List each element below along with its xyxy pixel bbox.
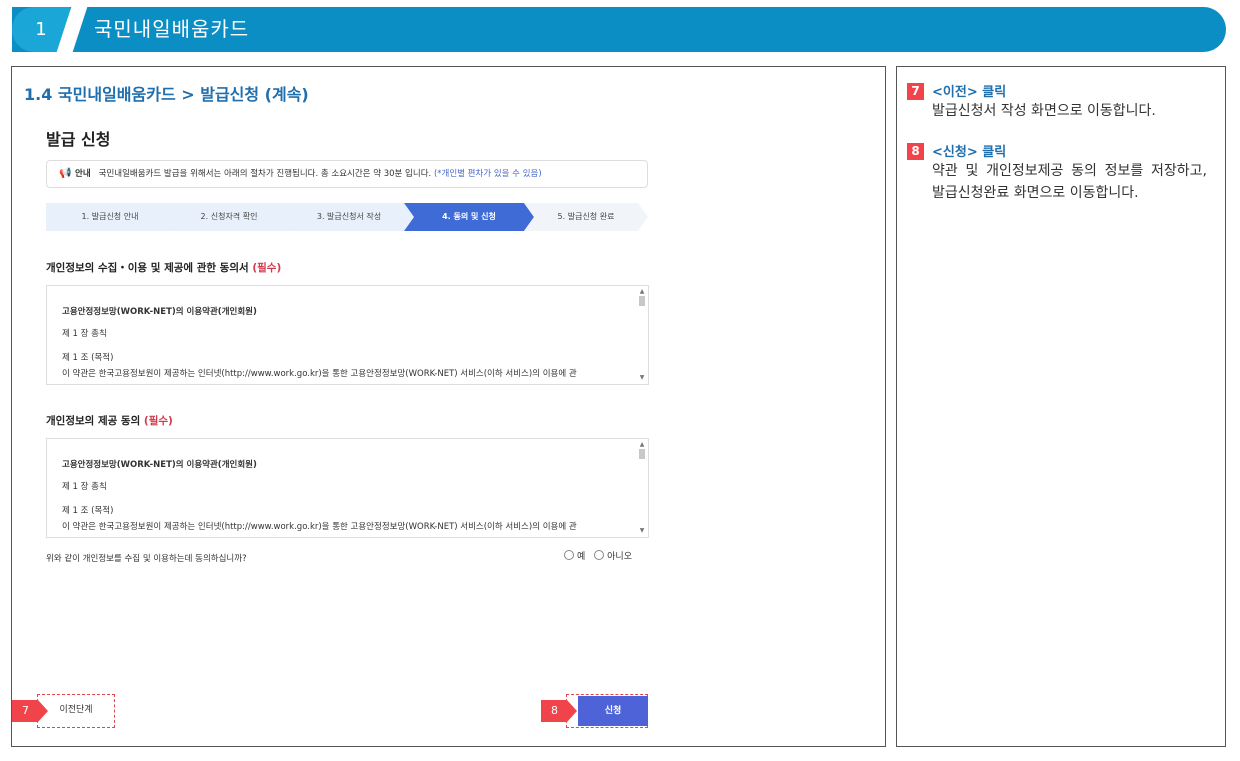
step-badge: 7: [907, 83, 924, 100]
consent1-heading-text: 개인정보의 수집・이용 및 제공에 관한 동의서: [46, 262, 249, 274]
step-2: 2. 신청자격 확인: [164, 203, 294, 231]
step-3: 3. 발급신청서 작성: [284, 203, 414, 231]
terms-title: 고용안정정보망(WORK-NET)의 이용약관(개인회원): [62, 307, 257, 317]
consent-question: 위와 같이 개인정보를 수집 및 이용하는데 동의하십니까?: [46, 554, 247, 564]
scrollbar[interactable]: ▲ ▼: [638, 441, 646, 535]
notice-note: (*개인별 편차가 있을 수 있음): [433, 169, 542, 179]
page-title: 발급 신청: [46, 130, 111, 149]
notice-box: 📢 안내 국민내일배움카드 발급을 위해서는 아래의 절차가 진행됩니다. 총 소요…: [46, 160, 648, 188]
terms-article: 제 1 조 (목적): [62, 506, 114, 516]
instruction-7-title: 7 <이전> 클릭: [907, 81, 1207, 100]
notice-text: 국민내일배움카드 발급을 위해서는 아래의 절차가 진행됩니다. 총 소요시간은…: [98, 169, 432, 179]
radio-no[interactable]: 아니오: [594, 549, 632, 562]
terms-body: 이 약관은 한국고용정보원이 제공하는 인터넷(http://www.work.…: [62, 522, 577, 532]
required-badge: (필수): [252, 262, 282, 274]
section-title: 1.4 국민내일배움카드 > 발급신청 (계속): [24, 85, 309, 104]
instruction-8-body: 약관 및 개인정보제공 동의 정보를 저장하고, 발급신청완료 화면으로 이동합…: [932, 163, 1207, 201]
radio-no-label: 아니오: [607, 552, 632, 562]
scroll-up-icon[interactable]: ▲: [638, 441, 646, 449]
scroll-down-icon[interactable]: ▼: [638, 527, 646, 535]
terms-title: 고용안정정보망(WORK-NET)의 이용약관(개인회원): [62, 460, 257, 470]
terms-chapter: 제 1 장 총칙: [62, 329, 107, 339]
instruction-7-body: 발급신청서 작성 화면으로 이동합니다.: [932, 103, 1156, 119]
instruction-8-title: 8 <신청> 클릭: [907, 141, 1207, 160]
step-1: 1. 발급신청 안내: [46, 203, 174, 231]
required-badge: (필수): [143, 415, 173, 427]
apply-button[interactable]: 신청: [578, 696, 648, 726]
instruction-8: 8 <신청> 클릭 약관 및 개인정보제공 동의 정보를 저장하고, 발급신청완료…: [907, 141, 1207, 204]
step-badge: 8: [907, 143, 924, 160]
instructions-panel: 7 <이전> 클릭 발급신청서 작성 화면으로 이동합니다. 8 <신청> 클릭 약…: [896, 66, 1226, 747]
radio-yes-label: 예: [577, 552, 586, 562]
terms-article: 제 1 조 (목적): [62, 353, 114, 363]
step-5: 5. 발급신청 완료: [524, 203, 648, 231]
scrollbar[interactable]: ▲ ▼: [638, 288, 646, 382]
radio-circle-icon: [594, 550, 605, 560]
radio-yes[interactable]: 예: [564, 549, 585, 562]
scroll-thumb[interactable]: [639, 449, 645, 459]
radio-circle-icon: [564, 550, 574, 560]
progress-steps: 1. 발급신청 안내 2. 신청자격 확인 3. 발급신청서 작성 4. 동의 …: [46, 203, 648, 231]
scroll-thumb[interactable]: [639, 296, 645, 306]
scroll-down-icon[interactable]: ▼: [638, 374, 646, 382]
terms-body: 이 약관은 한국고용정보원이 제공하는 인터넷(http://www.work.…: [62, 369, 577, 379]
chapter-title: 국민내일배움카드: [94, 17, 250, 41]
chapter-number: 1: [35, 19, 47, 40]
chapter-banner: 1 국민내일배움카드: [12, 7, 1226, 52]
scroll-up-icon[interactable]: ▲: [638, 288, 646, 296]
step-4-active: 4. 동의 및 신청: [404, 203, 534, 231]
notice-label: 안내: [75, 169, 91, 179]
consent2-terms-box[interactable]: 고용안정정보망(WORK-NET)의 이용약관(개인회원) 제 1 장 총칙 제…: [46, 438, 649, 538]
terms-chapter: 제 1 장 총칙: [62, 482, 107, 492]
instruction-8-title-text: <신청> 클릭: [932, 145, 1007, 160]
consent1-heading: 개인정보의 수집・이용 및 제공에 관한 동의서 (필수): [46, 260, 281, 275]
consent-radio-group: 예 아니오: [564, 549, 638, 562]
consent1-terms-box[interactable]: 고용안정정보망(WORK-NET)의 이용약관(개인회원) 제 1 장 총칙 제…: [46, 285, 649, 385]
instruction-7: 7 <이전> 클릭 발급신청서 작성 화면으로 이동합니다.: [907, 81, 1207, 122]
instruction-7-title-text: <이전> 클릭: [932, 85, 1007, 100]
megaphone-icon: 📢: [59, 168, 72, 179]
consent2-heading-text: 개인정보의 제공 동의: [46, 415, 141, 427]
consent2-heading: 개인정보의 제공 동의 (필수): [46, 413, 173, 428]
screen-capture-panel: 1.4 국민내일배움카드 > 발급신청 (계속) 발급 신청 📢 안내 국민내일배움…: [11, 66, 886, 747]
prev-step-button[interactable]: 이전단계: [37, 694, 115, 728]
